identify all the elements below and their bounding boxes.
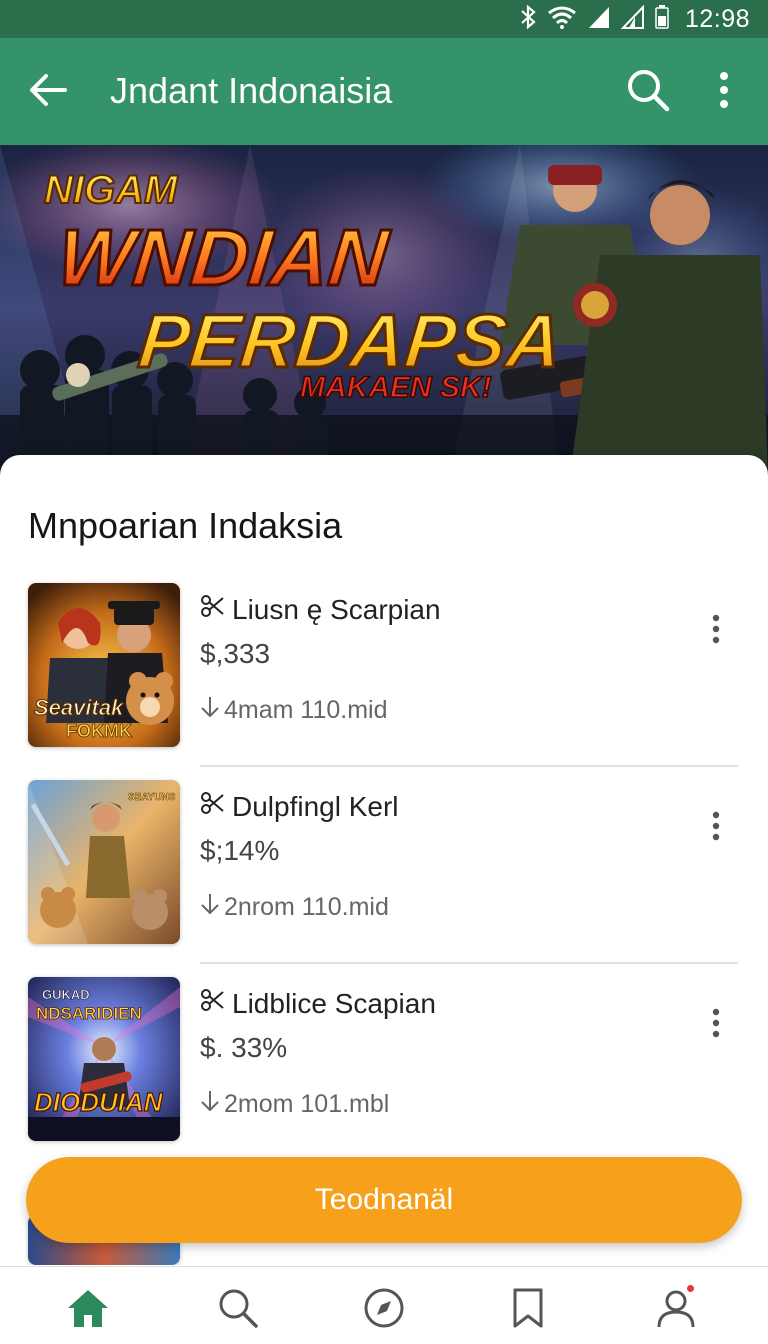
item-price: $,333 [200, 638, 271, 669]
search-icon [628, 70, 670, 112]
search-button[interactable] [624, 66, 672, 114]
more-vert-icon [712, 614, 720, 644]
nav-explore[interactable] [354, 1281, 414, 1335]
app-bar: Jndant Indonaisia [0, 38, 768, 145]
thumb-text: Seavitak [34, 695, 125, 720]
page-title: Jndant Indonaisia [110, 70, 393, 111]
banner-artwork: NIGAM WNDIAN PERDAPSA MAKAEN SK! [0, 145, 768, 475]
list-item[interactable]: GUKAD NDSARIDIEN DIODUIAN Lidblice Scapi… [0, 977, 768, 1177]
compass-icon [364, 1288, 404, 1328]
signal-icon [587, 5, 611, 34]
item-meta: 4mam 110.mid [200, 695, 388, 726]
more-vert-icon [712, 811, 720, 841]
item-title-text: Lidblice Scapian [232, 987, 436, 1019]
item-overflow-button[interactable] [700, 605, 732, 653]
item-thumbnail[interactable]: SEAYUNS [28, 780, 180, 944]
battery-icon [655, 4, 669, 34]
item-title: Dulpfingl Kerl [200, 790, 399, 823]
item-thumbnail[interactable]: GUKAD NDSARIDIEN DIODUIAN [28, 977, 180, 1141]
more-vert-icon [712, 1008, 720, 1038]
item-price: $;14% [200, 835, 280, 866]
download-arrow-icon [200, 1089, 220, 1120]
banner-line2: WNDIAN [54, 212, 394, 302]
bookmark-icon [513, 1288, 543, 1328]
item-meta: 2nrom 110.mid [200, 892, 389, 923]
thumb-text: DIODUIAN [34, 1087, 164, 1117]
item-meta-text: 2nrom 110.mid [224, 893, 389, 921]
item-overflow-button[interactable] [700, 802, 732, 850]
bluetooth-icon [519, 4, 537, 35]
scissors-icon [200, 987, 226, 1020]
thumb-text: GUKAD [42, 987, 90, 1002]
divider [200, 765, 738, 767]
banner-line1: NIGAM [44, 168, 179, 212]
bottom-nav [0, 1266, 768, 1344]
status-bar: 12:98 [0, 0, 768, 38]
thumb-text: NDSARIDIEN [36, 1004, 142, 1023]
back-button[interactable] [24, 66, 72, 114]
item-price: $. 33% [200, 1032, 288, 1063]
nav-saved[interactable] [498, 1281, 558, 1335]
status-time: 12:98 [684, 4, 750, 33]
more-vert-icon [720, 72, 728, 108]
item-title: Lidblice Scapian [200, 987, 436, 1020]
item-meta: 2mom 101.mbl [200, 1089, 389, 1120]
item-meta-text: 2mom 101.mbl [224, 1090, 390, 1118]
banner-line4: MAKAEN SK! [300, 371, 492, 404]
wifi-icon [547, 5, 577, 34]
list-item[interactable]: Seavitak FOKMK Liusn ę Scarpian $,333 4m… [0, 583, 768, 783]
scissors-icon [200, 790, 226, 823]
signal-icon-2 [620, 4, 645, 34]
item-overflow-button[interactable] [700, 999, 732, 1047]
arrow-left-icon [30, 74, 67, 106]
overflow-menu-button[interactable] [702, 66, 746, 114]
home-icon [68, 1290, 108, 1327]
item-meta-text: 4mam 110.mid [224, 696, 388, 724]
item-thumbnail[interactable]: Seavitak FOKMK [28, 583, 180, 747]
item-title-text: Liusn ę Scarpian [232, 593, 441, 625]
notification-badge [685, 1283, 696, 1294]
search-icon [219, 1289, 258, 1328]
status-icons: 12:98 [519, 4, 750, 34]
nav-search[interactable] [208, 1281, 268, 1335]
section-title: Mnpoarian Indaksia [28, 505, 343, 546]
item-title-text: Dulpfingl Kerl [232, 790, 399, 822]
download-arrow-icon [200, 695, 220, 726]
nav-profile[interactable] [646, 1281, 706, 1335]
download-arrow-icon [200, 892, 220, 923]
divider [200, 962, 738, 964]
primary-action-button[interactable]: Teodnanäl [26, 1157, 742, 1243]
list-item[interactable]: SEAYUNS Dulpfingl Kerl $;14% 2nrom 110.m… [0, 780, 768, 980]
hero-banner[interactable]: NIGAM WNDIAN PERDAPSA MAKAEN SK! [0, 145, 768, 475]
scissors-icon [200, 593, 226, 626]
thumb-text: SEAYUNS [128, 792, 176, 803]
item-title: Liusn ę Scarpian [200, 593, 441, 626]
thumb-text: FOKMK [66, 721, 132, 741]
nav-home[interactable] [58, 1281, 118, 1335]
